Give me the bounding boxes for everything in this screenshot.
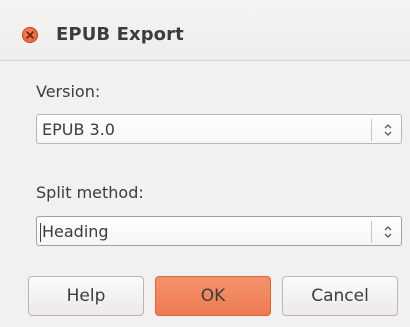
ok-button[interactable]: OK <box>155 276 271 316</box>
text-caret <box>40 223 41 242</box>
up-down-arrows-icon <box>384 124 392 136</box>
up-down-arrows-icon <box>384 226 392 238</box>
window-title: EPUB Export <box>56 24 184 45</box>
split-method-select-value: Heading <box>42 222 109 241</box>
close-icon <box>26 31 34 39</box>
divider <box>371 221 372 243</box>
close-button[interactable] <box>22 27 38 43</box>
split-method-select[interactable]: Heading <box>36 216 402 246</box>
version-select-value: EPUB 3.0 <box>42 120 115 139</box>
split-method-label: Split method: <box>36 183 144 202</box>
version-label: Version: <box>36 82 101 101</box>
divider <box>371 119 372 141</box>
version-select[interactable]: EPUB 3.0 <box>36 114 402 144</box>
epub-export-dialog: EPUB Export Version: EPUB 3.0 Split meth… <box>0 0 410 327</box>
cancel-button[interactable]: Cancel <box>282 276 398 316</box>
help-button[interactable]: Help <box>28 276 144 316</box>
title-bar: EPUB Export <box>0 0 410 61</box>
